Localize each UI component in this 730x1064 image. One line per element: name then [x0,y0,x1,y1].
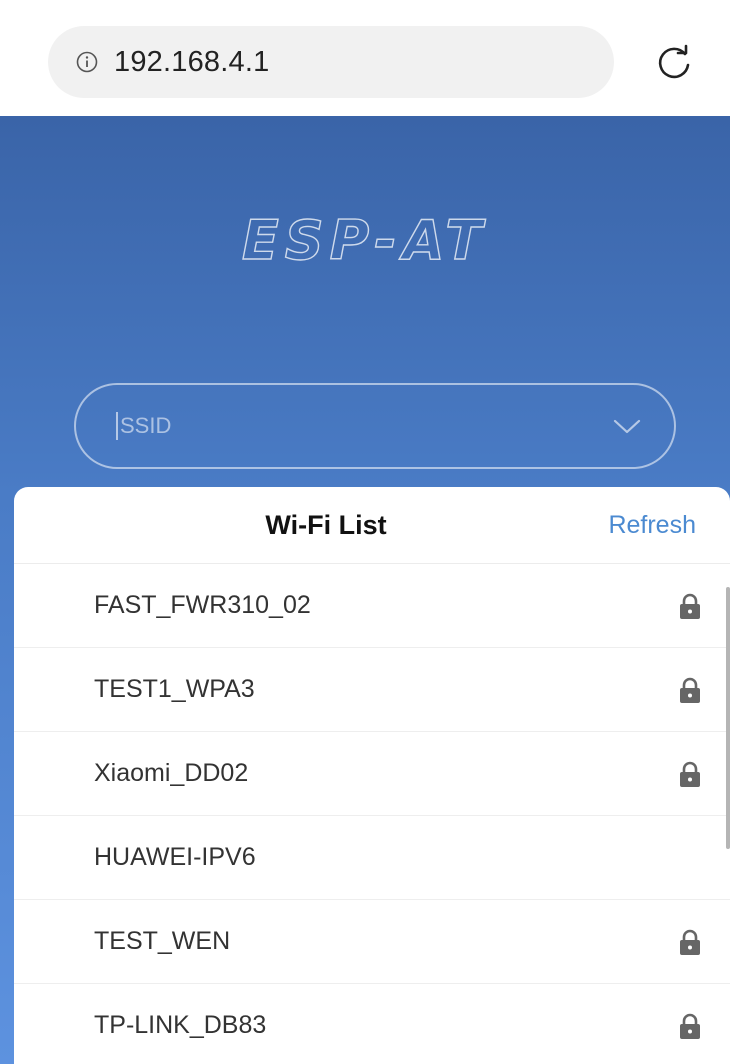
wifi-network-list: FAST_FWR310_02 TEST1_WPA3 Xiaomi_DD02 HUAWE… [14,564,730,1064]
wifi-network-ssid: TEST1_WPA3 [94,675,255,703]
app-logo: ESP-AT [0,205,730,282]
wifi-network-ssid: FAST_FWR310_02 [94,591,311,619]
logo-text: ESP-AT [242,209,488,272]
wifi-network-ssid: Xiaomi_DD02 [94,759,249,787]
wifi-list-sheet: Wi-Fi List Refresh FAST_FWR310_02 TEST1_W… [14,487,730,1064]
wifi-network-row[interactable]: TEST_WEN [14,900,730,984]
lock-icon [680,1013,700,1039]
wifi-network-ssid: TP-LINK_DB83 [94,1011,267,1039]
wifi-network-row[interactable]: Xiaomi_DD02 [14,732,730,816]
lock-icon [680,593,700,619]
wifi-network-ssid: HUAWEI-IPV6 [94,843,256,871]
ssid-placeholder: SSID [120,413,172,438]
ssid-select[interactable]: SSID [74,383,676,469]
wifi-network-row[interactable]: HUAWEI-IPV6 [14,816,730,900]
info-icon[interactable] [76,51,98,73]
chevron-down-icon[interactable] [612,416,642,436]
wifi-list-header: Wi-Fi List Refresh [14,487,730,564]
wifi-network-ssid: TEST_WEN [94,927,231,955]
wifi-network-row[interactable]: TP-LINK_DB83 [14,984,730,1064]
wifi-list-title: Wi-Fi List [265,510,387,540]
scrollbar-thumb[interactable] [726,587,730,849]
text-caret [116,412,118,440]
lock-icon [680,761,700,787]
address-bar[interactable]: 192.168.4.1 [48,26,614,98]
wifi-network-row[interactable]: FAST_FWR310_02 [14,564,730,648]
refresh-button[interactable]: Refresh [608,487,696,563]
url-text[interactable]: 192.168.4.1 [114,46,269,79]
wifi-network-row[interactable]: TEST1_WPA3 [14,648,730,732]
lock-icon [680,677,700,703]
browser-toolbar: 192.168.4.1 [0,0,730,116]
lock-icon [680,929,700,955]
reload-icon[interactable] [654,43,694,83]
